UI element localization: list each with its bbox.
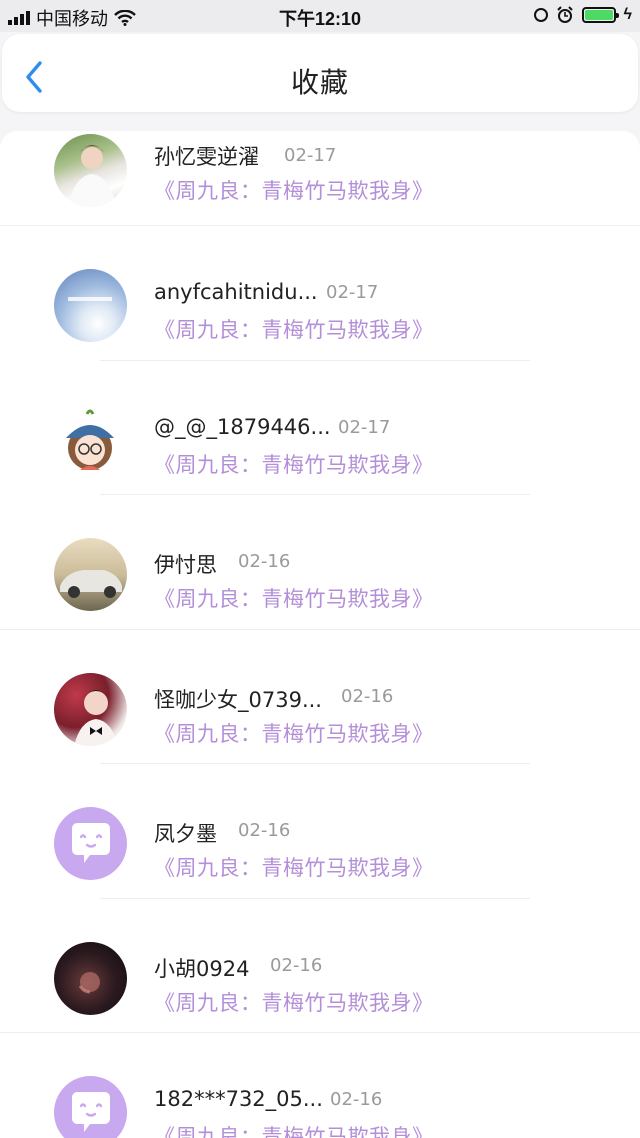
username: 凤夕墨: [154, 822, 217, 846]
list-item[interactable]: anyfcahitnidu... 02-17 《周九良：青梅竹马欺我身》: [0, 226, 640, 361]
favorite-date: 02-17: [284, 145, 337, 166]
default-avatar[interactable]: [54, 1076, 127, 1138]
avatar[interactable]: [54, 941, 127, 1015]
battery-level: [584, 10, 613, 20]
favorite-date: 02-16: [341, 685, 394, 707]
avatar[interactable]: [54, 538, 127, 611]
chat-bubble-icon: [72, 1092, 110, 1132]
favorite-date: 02-16: [270, 954, 323, 976]
list-item[interactable]: 怪咖少女_0739... 02-16 《周九良：青梅竹马欺我身》: [0, 630, 640, 764]
book-title-link[interactable]: 《周九良：青梅竹马欺我身》: [154, 718, 434, 748]
username: 小胡0924: [154, 956, 250, 981]
page-title: 收藏: [290, 66, 349, 99]
username: 伊忖思: [154, 553, 217, 577]
favorite-date: 02-16: [238, 551, 291, 572]
battery-icon: [581, 7, 619, 23]
book-title-link[interactable]: 《周九良：青梅竹马欺我身》: [154, 449, 434, 479]
book-title-link[interactable]: 《周九良：青梅竹马欺我身》: [154, 1121, 434, 1138]
alarm-icon: [556, 6, 573, 23]
book-title-link[interactable]: 《周九良：青梅竹马欺我身》: [154, 583, 434, 613]
username: 孙忆雯逆濯: [154, 145, 259, 169]
book-title-link[interactable]: 《周九良：青梅竹马欺我身》: [154, 852, 434, 882]
default-avatar[interactable]: [54, 807, 127, 880]
chat-bubble-icon: [72, 823, 110, 863]
username: 怪咖少女_0739...: [154, 687, 322, 712]
list-item[interactable]: 伊忖思 02-16 《周九良：青梅竹马欺我身》: [0, 495, 640, 630]
list-item[interactable]: @_@_1879446... 02-17 《周九良：青梅竹马欺我身》: [0, 361, 640, 495]
orientation-lock-icon: [533, 8, 548, 22]
status-bar: 中国移动 下午12:10 ϟ: [0, 0, 640, 32]
favorite-date: 02-17: [338, 416, 391, 438]
book-title-link[interactable]: 《周九良：青梅竹马欺我身》: [154, 987, 434, 1017]
list-item[interactable]: 小胡0924 02-16 《周九良：青梅竹马欺我身》: [0, 899, 640, 1033]
charging-icon: ϟ: [623, 6, 632, 23]
nav-header: 收藏: [2, 34, 638, 112]
favorites-list: 孙忆雯逆濯 02-17 《周九良：青梅竹马欺我身》 anyfcahitnidu.…: [0, 131, 640, 1138]
avatar[interactable]: [54, 672, 127, 746]
avatar[interactable]: [54, 269, 127, 342]
favorite-date: 02-16: [330, 1089, 383, 1110]
username: @_@_1879446...: [154, 414, 331, 439]
list-item[interactable]: 凤夕墨 02-16 《周九良：青梅竹马欺我身》: [0, 764, 640, 899]
favorite-date: 02-16: [238, 820, 291, 841]
avatar[interactable]: [54, 403, 127, 477]
list-item[interactable]: 182***732_05... 02-16 《周九良：青梅竹马欺我身》: [0, 1033, 640, 1138]
book-title-link[interactable]: 《周九良：青梅竹马欺我身》: [154, 314, 434, 344]
username: anyfcahitnidu...: [154, 280, 318, 304]
favorite-date: 02-17: [326, 282, 379, 303]
book-title-link[interactable]: 《周九良：青梅竹马欺我身》: [154, 175, 434, 205]
username: 182***732_05...: [154, 1087, 323, 1111]
status-right: ϟ: [533, 6, 632, 24]
list-item[interactable]: 孙忆雯逆濯 02-17 《周九良：青梅竹马欺我身》: [0, 131, 640, 226]
avatar[interactable]: [54, 134, 127, 207]
